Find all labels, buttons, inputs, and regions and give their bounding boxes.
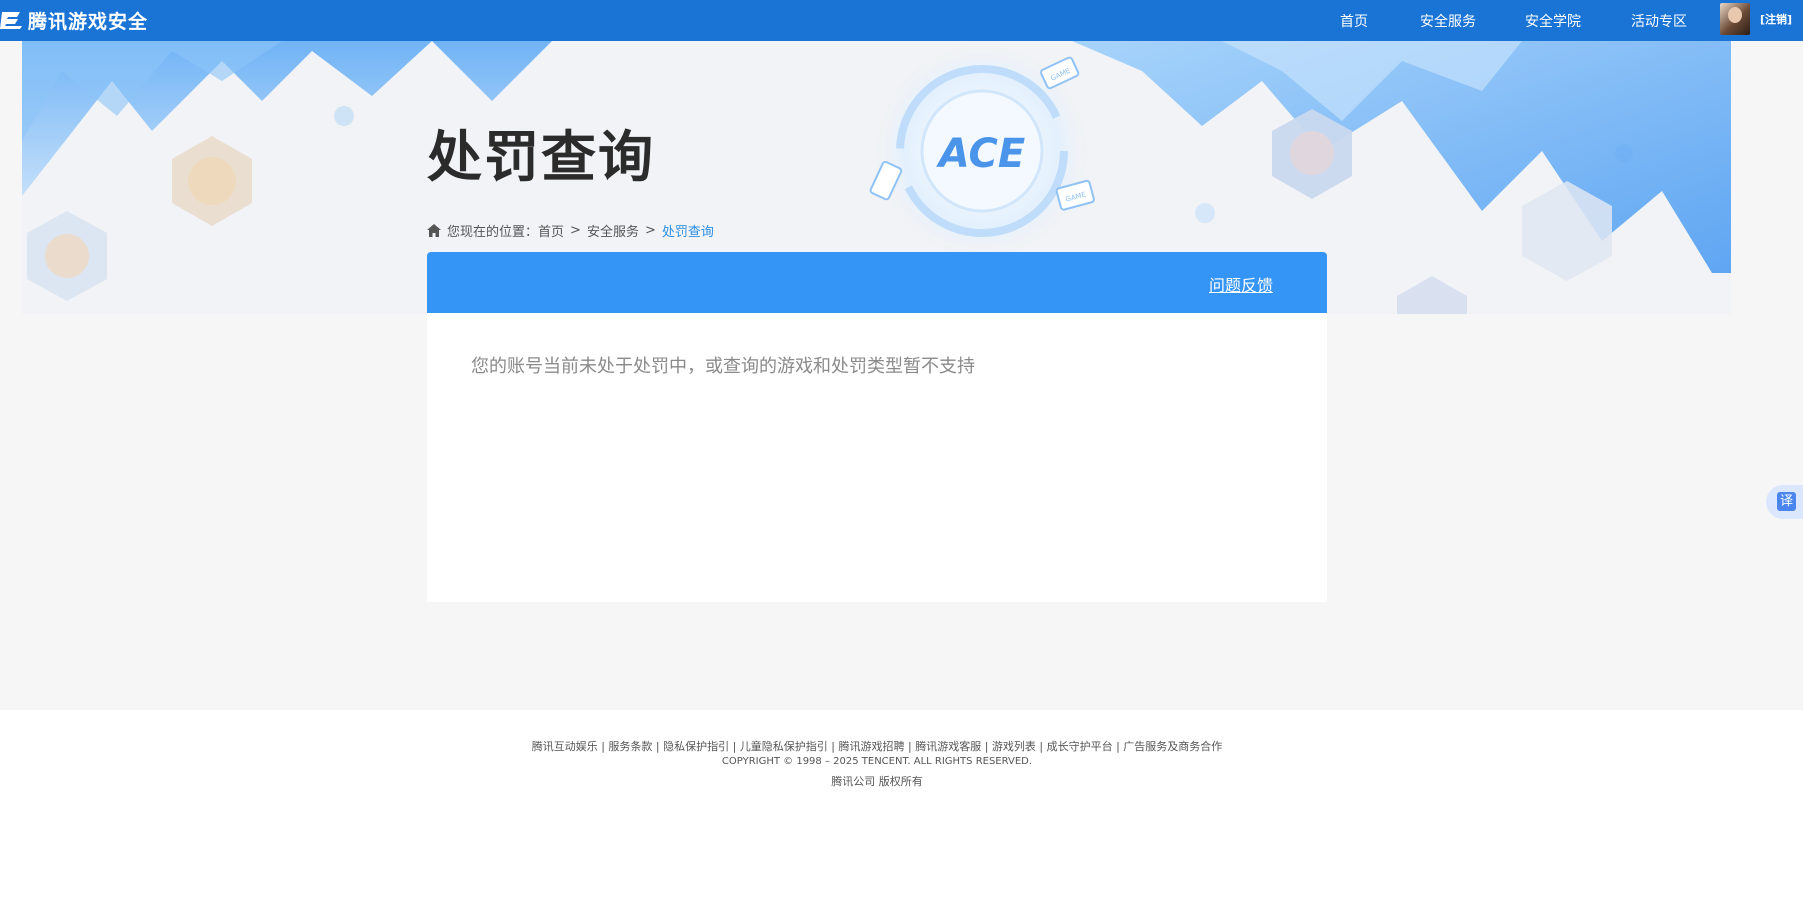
result-panel-header (427, 252, 1327, 313)
logout-link[interactable]: [注销] (1760, 11, 1792, 27)
site-logo[interactable]: 腾讯游戏安全 (0, 6, 148, 34)
home-icon (427, 224, 441, 237)
user-avatar[interactable] (1720, 3, 1750, 35)
breadcrumb: 您现在的位置： 首页 > 安全服务 > 处罚查询 (427, 221, 714, 240)
feedback-link[interactable]: 问题反馈 (1209, 272, 1273, 296)
translate-button[interactable]: 译 (1766, 485, 1803, 519)
result-notice: 您的账号当前未处于处罚中，或查询的游戏和处罚类型暂不支持 (471, 356, 975, 377)
footer-company: 腾讯公司 版权所有 (831, 775, 923, 788)
nav-security-academy[interactable]: 安全学院 (1525, 11, 1581, 31)
ace-logo-text: ACE (936, 131, 1025, 177)
breadcrumb-item-security-service[interactable]: 安全服务 (587, 221, 639, 240)
translate-icon: 译 (1777, 492, 1796, 511)
footer-copyright: COPYRIGHT © 1998 – 2025 TENCENT. ALL RIG… (721, 756, 1033, 767)
breadcrumb-separator: > (570, 223, 581, 238)
logo-icon (0, 12, 22, 29)
footer-links[interactable]: 腾讯互动娱乐 | 服务条款 | 隐私保护指引 | 儿童隐私保护指引 | 腾讯游戏… (0, 738, 1754, 754)
nav-home[interactable]: 首页 (1340, 11, 1368, 31)
breadcrumb-prefix: 您现在的位置： (447, 225, 539, 240)
logo-text: 腾讯游戏安全 (28, 10, 149, 33)
page-title: 处罚查询 (427, 125, 656, 189)
top-navbar: 腾讯游戏安全 首页 安全服务 安全学院 活动专区 [注销] (0, 0, 1803, 41)
footer: 腾讯互动娱乐 | 服务条款 | 隐私保护指引 | 儿童隐私保护指引 | 腾讯游戏… (0, 710, 1803, 898)
nav-security-service[interactable]: 安全服务 (1420, 11, 1476, 31)
breadcrumb-item-home[interactable]: 首页 (538, 221, 564, 240)
breadcrumb-item-current[interactable]: 处罚查询 (662, 221, 714, 240)
nav-events[interactable]: 活动专区 (1631, 11, 1687, 31)
breadcrumb-separator: > (644, 223, 656, 238)
